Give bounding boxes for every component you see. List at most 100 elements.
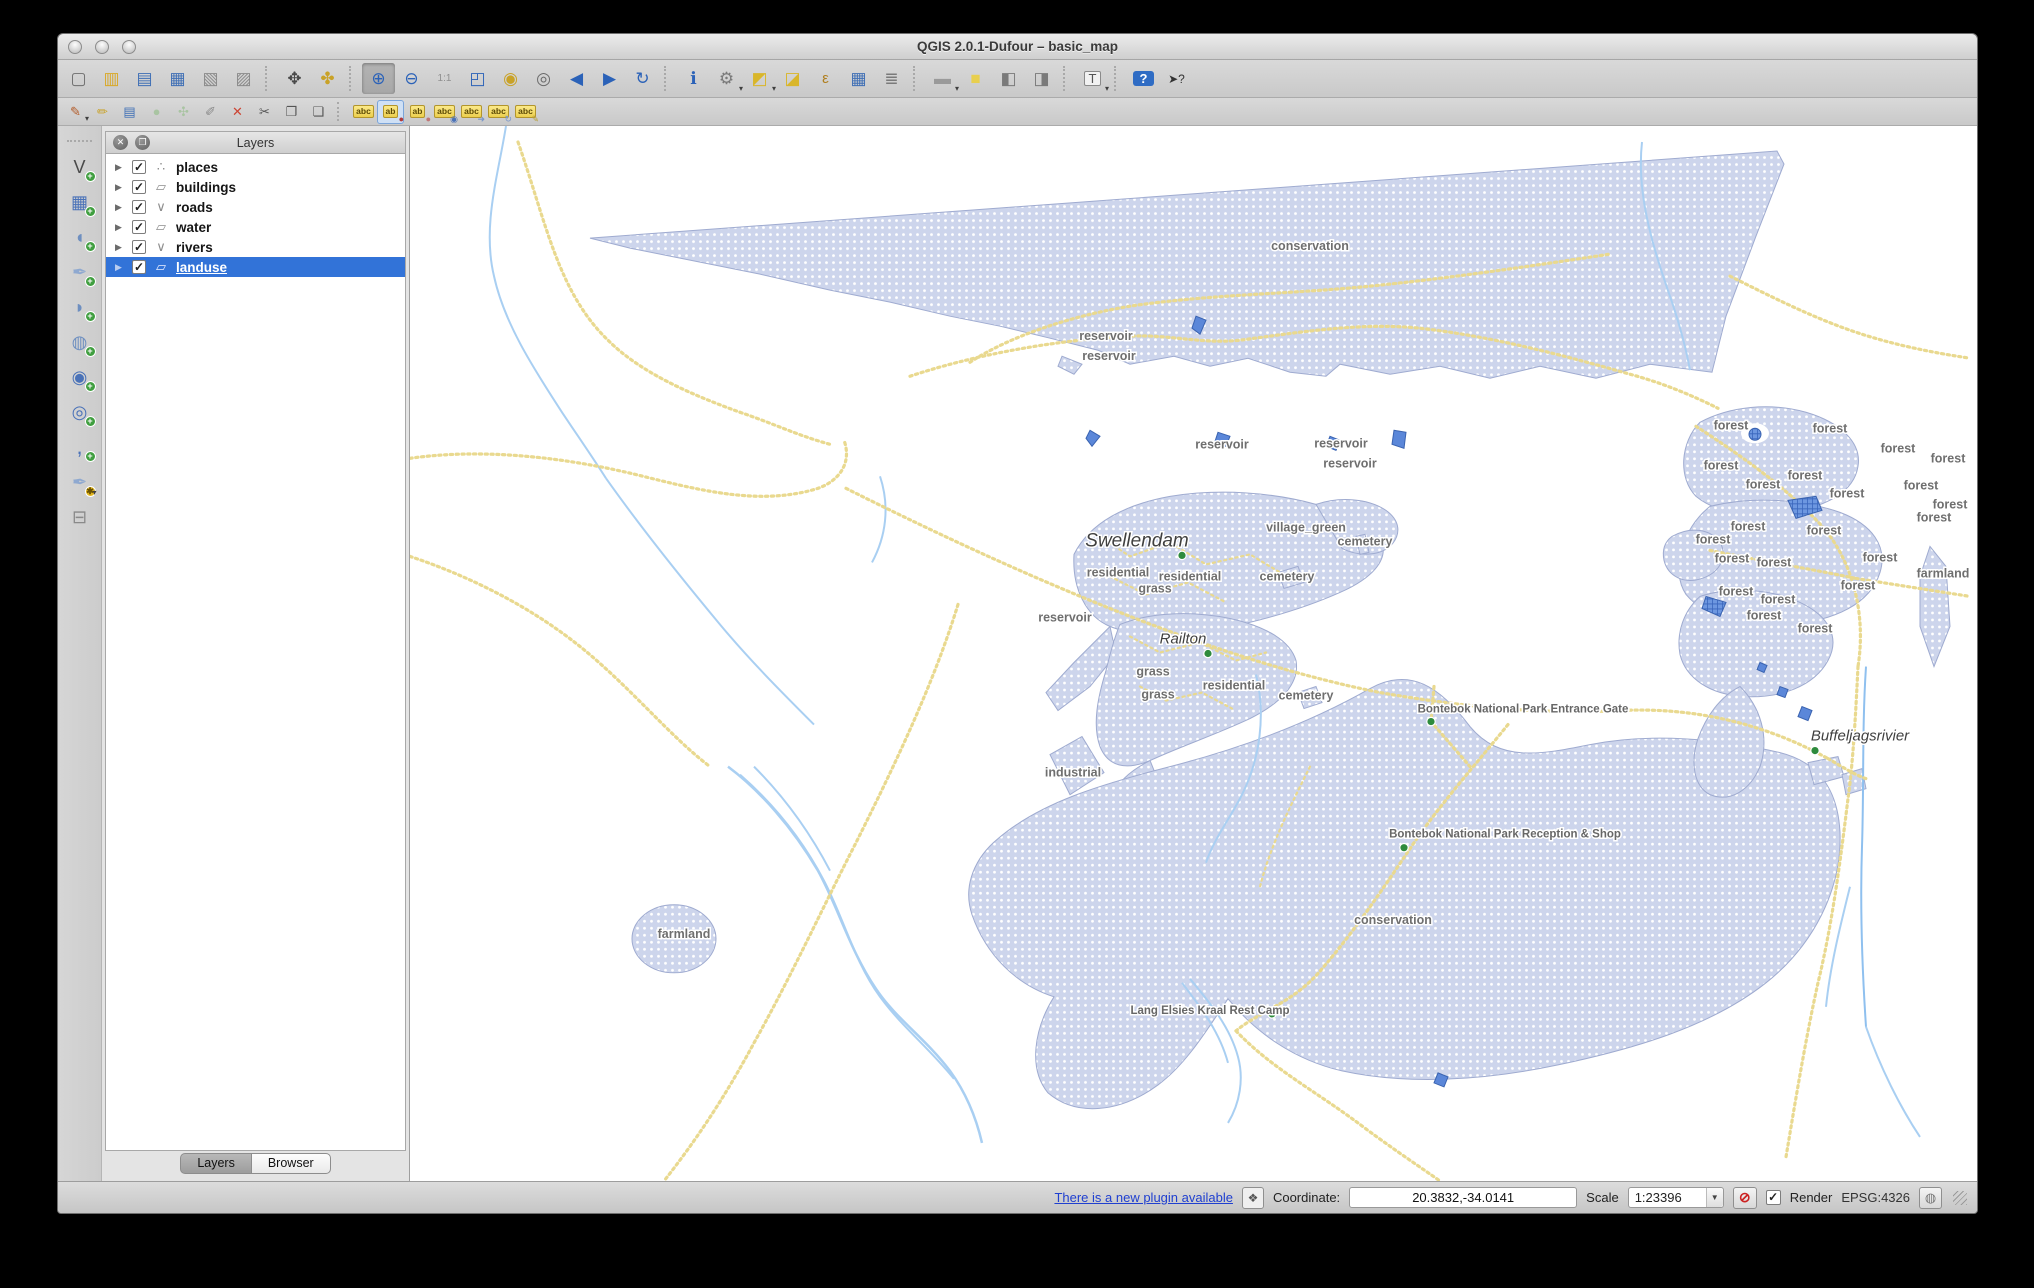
refresh-map-button[interactable]: ↻ (626, 63, 659, 94)
labeling-options-button[interactable]: abc (350, 100, 377, 124)
add-wms-layer-button[interactable]: ◍ + (63, 326, 97, 358)
map-tips-button[interactable]: ■ (959, 63, 992, 94)
set-label-button[interactable]: ab ● (377, 99, 404, 124)
measure-line-button[interactable]: ▬ ▾ (926, 63, 959, 94)
open-project-button[interactable]: ▥ (95, 63, 128, 94)
new-print-composer-button[interactable]: ▧ (194, 63, 227, 94)
plugin-icon[interactable]: ❖ (1241, 1186, 1264, 1209)
expand-icon[interactable]: ▶ (115, 262, 125, 273)
layer-item-roads[interactable]: ▶ ✓ ∨ roads (106, 197, 405, 217)
close-window-button[interactable] (68, 39, 82, 54)
render-checkbox[interactable]: ✓ (1765, 1190, 1781, 1205)
select-features-button[interactable]: ◩ ▾ (743, 63, 776, 94)
rotate-label-button[interactable]: abc ↻ (485, 100, 512, 124)
add-vector-layer-button[interactable]: V + (63, 151, 97, 183)
add-spatialite-layer-button[interactable]: ✒ + (63, 256, 97, 288)
node-tool-button[interactable]: ✐ (197, 100, 224, 124)
dropdown-arrow-icon[interactable]: ▾ (92, 488, 96, 497)
layer-item-water[interactable]: ▶ ✓ ▱ water (106, 217, 405, 237)
tab-layers[interactable]: Layers (180, 1153, 251, 1174)
expand-icon[interactable]: ▶ (115, 182, 125, 193)
move-label-arrow-button[interactable]: abc ➜ (458, 100, 485, 124)
zoom-out-button[interactable]: ⊖ (395, 63, 428, 94)
identify-features-button[interactable]: ℹ (677, 63, 710, 94)
expand-icon[interactable]: ▶ (115, 242, 125, 253)
pan-map-button[interactable]: ✥ (278, 63, 311, 94)
expand-icon[interactable]: ▶ (115, 162, 125, 173)
zoom-to-selection-button[interactable]: ◉ (494, 63, 527, 94)
remove-layer-button[interactable]: ⊟ (63, 501, 97, 533)
open-attribute-table-button[interactable]: ▦ (842, 63, 875, 94)
save-layer-edits-button[interactable]: ▤ (116, 100, 143, 124)
layer-item-buildings[interactable]: ▶ ✓ ▱ buildings (106, 177, 405, 197)
paste-features-button[interactable]: ❏ (305, 100, 332, 124)
layer-visibility-checkbox[interactable]: ✓ (132, 160, 146, 174)
expand-icon[interactable]: ▶ (115, 202, 125, 213)
move-label-button[interactable]: ab ● (404, 100, 431, 124)
help-contents-button[interactable]: ? (1127, 63, 1160, 94)
new-project-button[interactable]: ▢ (62, 63, 95, 94)
add-wfs-layer-button[interactable]: ◎ + (63, 396, 97, 428)
zoom-next-button[interactable]: ▶ (593, 63, 626, 94)
add-mssql-layer-button[interactable]: ◗ + (63, 291, 97, 323)
zoom-full-extent-button[interactable]: ◰ (461, 63, 494, 94)
layer-item-places[interactable]: ▶ ✓ ∴ places (106, 157, 405, 177)
toolbar-handle[interactable] (66, 140, 93, 142)
show-hide-labels-button[interactable]: abc ◉ (431, 100, 458, 124)
copy-features-button[interactable]: ❐ (278, 100, 305, 124)
tab-browser[interactable]: Browser (250, 1153, 331, 1174)
select-by-expression-button[interactable]: ε (809, 63, 842, 94)
save-project-button[interactable]: ▤ (128, 63, 161, 94)
add-feature-button[interactable]: ● (143, 100, 170, 124)
move-feature-button[interactable]: ✣ (170, 100, 197, 124)
layer-visibility-checkbox[interactable]: ✓ (132, 220, 146, 234)
show-bookmarks-button[interactable]: ◨ (1025, 63, 1058, 94)
composer-manager-button[interactable]: ▨ (227, 63, 260, 94)
scale-combo[interactable]: 1:23396 ▼ (1627, 1187, 1724, 1208)
layer-visibility-checkbox[interactable]: ✓ (132, 200, 146, 214)
layer-item-landuse[interactable]: ▶ ✓ ▱ landuse (106, 257, 405, 277)
stop-rendering-button[interactable]: ⊘ (1732, 1186, 1757, 1209)
zoom-window-button[interactable] (122, 39, 136, 54)
text-annotation-button[interactable]: T ▾ (1076, 63, 1109, 94)
pan-to-selection-button[interactable]: ✤ (311, 63, 344, 94)
layer-visibility-checkbox[interactable]: ✓ (132, 260, 146, 274)
zoom-native-resolution-button[interactable]: 1:1 (428, 63, 461, 94)
current-edits-button[interactable]: ✎ ▾ (62, 100, 89, 124)
close-panel-icon[interactable]: ✕ (113, 135, 128, 150)
add-delimited-text-layer-button[interactable]: , + (63, 431, 97, 463)
add-raster-layer-button[interactable]: ▦ + (63, 186, 97, 218)
change-label-properties-button[interactable]: abc ✎ (512, 100, 539, 124)
field-calculator-button[interactable]: ≣ (875, 63, 908, 94)
run-feature-action-button[interactable]: ⚙ ▾ (710, 63, 743, 94)
new-spatialite-layer-button[interactable]: ✒ ✱ ▾ (63, 466, 97, 498)
zoom-to-layer-button[interactable]: ◎ (527, 63, 560, 94)
map-label: forest (1746, 477, 1782, 491)
dropdown-arrow-icon[interactable]: ▾ (1105, 84, 1109, 93)
map-canvas[interactable]: conservation reservoir reservoir reservoir r… (410, 126, 1977, 1181)
add-postgis-layer-button[interactable]: ◖ + (63, 221, 97, 253)
plugin-available-link[interactable]: There is a new plugin available (1054, 1190, 1233, 1205)
new-bookmark-button[interactable]: ◧ (992, 63, 1025, 94)
cut-features-button[interactable]: ✂ (251, 100, 278, 124)
layer-visibility-checkbox[interactable]: ✓ (132, 240, 146, 254)
title-bar[interactable]: QGIS 2.0.1-Dufour – basic_map (58, 34, 1977, 60)
delete-selected-button[interactable]: ✕ (224, 100, 251, 124)
save-project-as-button[interactable]: ▦ (161, 63, 194, 94)
chevron-down-icon[interactable]: ▼ (1705, 1188, 1723, 1207)
expand-icon[interactable]: ▶ (115, 222, 125, 233)
coordinate-input[interactable] (1349, 1187, 1578, 1208)
layer-item-rivers[interactable]: ▶ ✓ ∨ rivers (106, 237, 405, 257)
minimize-window-button[interactable] (95, 39, 109, 54)
add-wcs-layer-button[interactable]: ◉ + (63, 361, 97, 393)
zoom-in-button[interactable]: ⊕ (362, 63, 395, 94)
toggle-editing-button[interactable]: ✏ (89, 100, 116, 124)
deselect-features-button[interactable]: ◪ (776, 63, 809, 94)
float-panel-icon[interactable]: ❐ (135, 135, 150, 150)
layer-visibility-checkbox[interactable]: ✓ (132, 180, 146, 194)
resize-grip[interactable] (1953, 1190, 1967, 1205)
line-layer-icon: ∨ (156, 199, 166, 214)
whats-this-button[interactable]: ➤? (1160, 63, 1193, 94)
crs-status-button[interactable]: ◍ (1919, 1186, 1942, 1209)
zoom-last-button[interactable]: ◀ (560, 63, 593, 94)
